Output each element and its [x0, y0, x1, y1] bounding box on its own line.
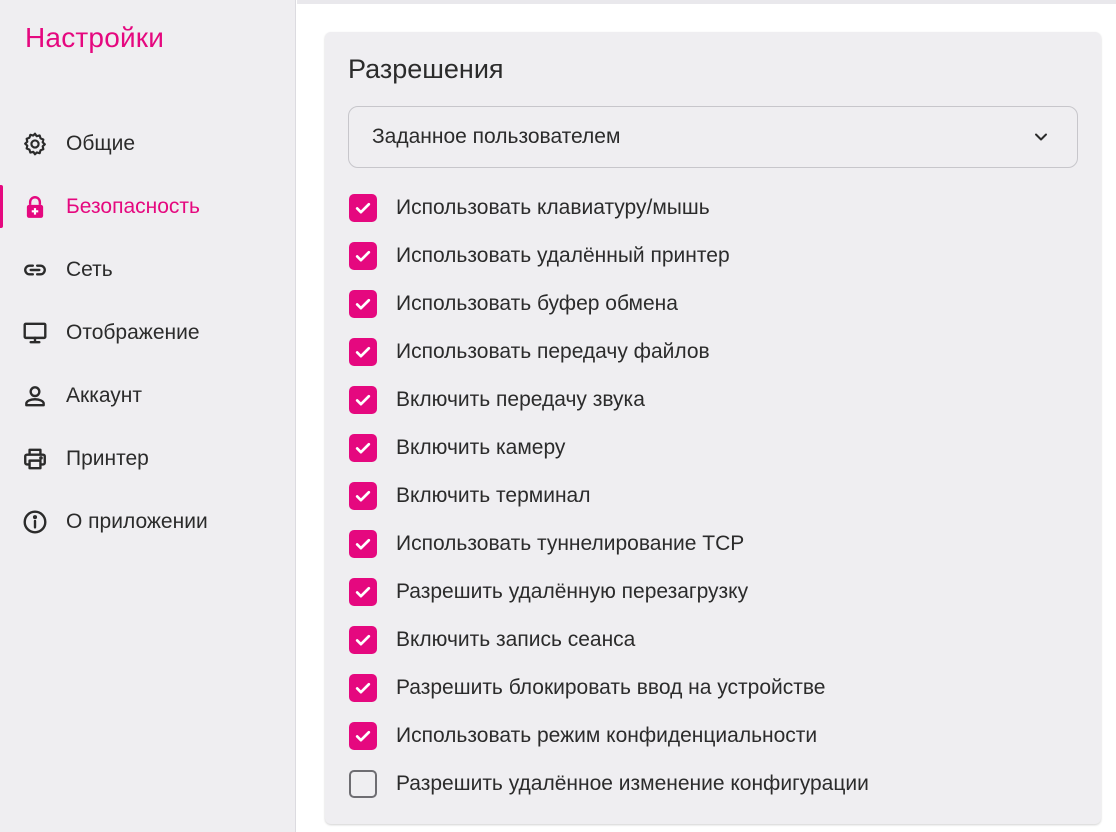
permission-option-label: Использовать режим конфиденциальности [396, 724, 818, 747]
check-icon [355, 346, 371, 358]
permission-option-label: Разрешить блокировать ввод на устройстве [396, 676, 826, 699]
permissions-title: Разрешения [348, 54, 504, 84]
checkbox-checked[interactable] [349, 386, 377, 414]
check-icon [355, 442, 371, 454]
sidebar: Настройки Общие Безопасность Сеть Отобра… [0, 0, 296, 832]
lock-icon [22, 194, 48, 220]
top-divider [297, 0, 1116, 4]
permission-option[interactable]: Использовать буфер обмена [349, 280, 869, 328]
permission-option-label: Использовать удалённый принтер [396, 244, 730, 267]
check-icon [355, 682, 371, 694]
permission-option-label: Использовать клавиатуру/мышь [396, 196, 710, 219]
check-icon [355, 490, 371, 502]
permission-preset-value: Заданное пользователем [372, 125, 621, 148]
sidebar-item-label: О приложении [66, 509, 208, 533]
permission-preset-select[interactable]: Заданное пользователем [348, 106, 1078, 168]
app-title: Настройки [25, 22, 165, 53]
permission-option[interactable]: Включить камеру [349, 424, 869, 472]
chevron-down-icon [1035, 133, 1047, 141]
sidebar-item-label: Аккаунт [66, 383, 143, 407]
permissions-card: Разрешения Заданное пользователем Исполь… [325, 32, 1101, 824]
checkbox-checked[interactable] [349, 530, 377, 558]
printer-icon [22, 446, 48, 472]
permission-option[interactable]: Использовать передачу файлов [349, 328, 869, 376]
checkbox-checked[interactable] [349, 242, 377, 270]
sidebar-item-display[interactable]: Отображение [0, 301, 296, 364]
check-icon [355, 634, 371, 646]
permission-option-label: Использовать буфер обмена [396, 292, 678, 315]
checkbox-checked[interactable] [349, 722, 377, 750]
checkbox-unchecked[interactable] [349, 770, 377, 798]
check-icon [355, 394, 371, 406]
permission-option-label: Включить передачу звука [396, 388, 645, 411]
permission-option-label: Включить терминал [396, 484, 591, 507]
check-icon [355, 586, 371, 598]
permission-option-label: Включить камеру [396, 436, 566, 459]
check-icon [355, 250, 371, 262]
check-icon [355, 538, 371, 550]
sidebar-item-label: Безопасность [66, 194, 200, 218]
permission-option[interactable]: Включить запись сеанса [349, 616, 869, 664]
info-icon [22, 509, 48, 535]
sidebar-item-label: Сеть [66, 257, 113, 281]
permission-option-label: Разрешить удалённую перезагрузку [396, 580, 749, 603]
monitor-icon [22, 320, 48, 346]
checkbox-checked[interactable] [349, 674, 377, 702]
permission-option-label: Включить запись сеанса [396, 628, 636, 651]
checkbox-checked[interactable] [349, 290, 377, 318]
checkbox-checked[interactable] [349, 194, 377, 222]
sidebar-item-account[interactable]: Аккаунт [0, 364, 296, 427]
checkbox-checked[interactable] [349, 482, 377, 510]
check-icon [355, 730, 371, 742]
permission-option[interactable]: Использовать режим конфиденциальности [349, 712, 869, 760]
sidebar-nav: Общие Безопасность Сеть Отображение Акка… [0, 112, 296, 553]
check-icon [355, 202, 371, 214]
check-icon [355, 298, 371, 310]
permission-option[interactable]: Разрешить блокировать ввод на устройстве [349, 664, 869, 712]
sidebar-item-label: Общие [66, 131, 136, 155]
permission-option[interactable]: Использовать клавиатуру/мышь [349, 184, 869, 232]
link-icon [22, 257, 48, 283]
permission-option[interactable]: Включить передачу звука [349, 376, 869, 424]
permission-option[interactable]: Разрешить удалённое изменение конфигурац… [349, 760, 869, 808]
checkbox-checked[interactable] [349, 338, 377, 366]
checkbox-checked[interactable] [349, 578, 377, 606]
permission-option-label: Использовать туннелирование TCP [396, 532, 745, 555]
permission-option-label: Использовать передачу файлов [396, 340, 710, 363]
sidebar-item-label: Принтер [66, 446, 149, 470]
permission-option-label: Разрешить удалённое изменение конфигурац… [396, 772, 869, 795]
sidebar-item-label: Отображение [66, 320, 200, 344]
checkbox-checked[interactable] [349, 434, 377, 462]
sidebar-item-security[interactable]: Безопасность [0, 175, 296, 238]
permission-option[interactable]: Использовать туннелирование TCP [349, 520, 869, 568]
person-icon [22, 383, 48, 409]
permission-option[interactable]: Использовать удалённый принтер [349, 232, 869, 280]
sidebar-item-about[interactable]: О приложении [0, 490, 296, 553]
sidebar-item-network[interactable]: Сеть [0, 238, 296, 301]
main-content: Разрешения Заданное пользователем Исполь… [297, 0, 1116, 832]
checkbox-checked[interactable] [349, 626, 377, 654]
sidebar-item-general[interactable]: Общие [0, 112, 296, 175]
permissions-list: Использовать клавиатуру/мышь Использовать… [349, 184, 869, 808]
permission-option[interactable]: Включить терминал [349, 472, 869, 520]
gear-icon [22, 131, 48, 157]
permission-option[interactable]: Разрешить удалённую перезагрузку [349, 568, 869, 616]
sidebar-item-printer[interactable]: Принтер [0, 427, 296, 490]
